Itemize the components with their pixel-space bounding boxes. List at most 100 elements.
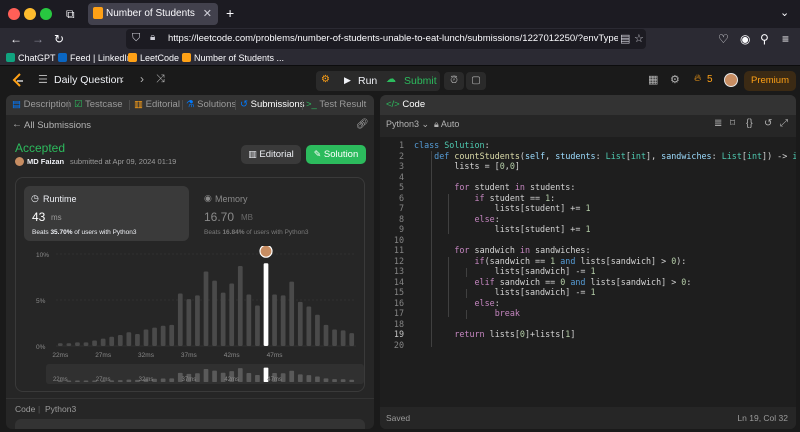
- browser-tab[interactable]: Number of Students Unable to Eat Lunch ✕: [88, 3, 218, 25]
- avatar[interactable]: [724, 73, 738, 87]
- reload-icon[interactable]: ↻: [54, 32, 64, 46]
- code-tab[interactable]: </> Code: [386, 99, 425, 110]
- tab-testcase[interactable]: ☑ Testcase: [74, 99, 123, 110]
- settings-gear-icon[interactable]: ⚙: [670, 73, 680, 86]
- bar[interactable]: [229, 283, 235, 346]
- menu-icon[interactable]: ≡: [782, 32, 789, 46]
- timer-icon[interactable]: ⏰︎: [444, 72, 464, 90]
- chevron-down-icon[interactable]: ⌄: [780, 6, 789, 19]
- bar[interactable]: [315, 314, 320, 346]
- auto-save-toggle[interactable]: 🔒︎ Auto: [434, 119, 459, 130]
- shuffle-icon[interactable]: ⤨: [156, 73, 165, 86]
- url-bar[interactable]: ⛉ 🔒︎ https://leetcode.com/problems/numbe…: [126, 29, 646, 49]
- notes-icon[interactable]: ▢: [466, 72, 486, 90]
- extensions-icon[interactable]: ⚲: [760, 32, 769, 46]
- bar[interactable]: [177, 293, 183, 346]
- bar[interactable]: [117, 334, 123, 346]
- url-text[interactable]: https://leetcode.com/problems/number-of-…: [168, 33, 618, 44]
- editorial-button[interactable]: ▥ Editorial: [241, 145, 301, 164]
- premium-button[interactable]: Premium: [744, 71, 796, 91]
- runtime-card[interactable]: ◷ Runtime 43 ms Beats 35.70% of users wi…: [24, 186, 189, 241]
- tab-overview-icon[interactable]: ⧉: [66, 7, 75, 22]
- account-icon[interactable]: ◉: [740, 32, 750, 46]
- bar[interactable]: [92, 340, 97, 346]
- language-select[interactable]: Python3 ⌄: [386, 119, 429, 130]
- shield-icon[interactable]: ⛉: [132, 32, 140, 45]
- bar[interactable]: [203, 271, 209, 346]
- bar[interactable]: [152, 327, 157, 346]
- code-editor[interactable]: 1 2 3 4 5 6 7 8 9 10 11 12 13 14 15 16 17 18 19 20 class So…: [380, 137, 796, 407]
- maximize-window-button[interactable]: [40, 8, 52, 20]
- bar[interactable]: [109, 336, 115, 346]
- bar[interactable]: [126, 332, 132, 346]
- bookmark-chatgpt[interactable]: ChatGPT: [6, 53, 56, 63]
- bar[interactable]: [349, 333, 355, 346]
- leetcode-logo-icon[interactable]: [12, 73, 24, 88]
- bookmark-number-of-students[interactable]: Number of Students ...: [182, 53, 284, 63]
- bar-highlight[interactable]: [263, 263, 269, 346]
- tab-description[interactable]: ▤ Description: [12, 99, 71, 110]
- bar[interactable]: [83, 342, 89, 346]
- problem-list-icon[interactable]: ☰: [38, 73, 48, 86]
- solution-button[interactable]: ✎ Solution: [306, 145, 366, 164]
- bar[interactable]: [246, 294, 252, 346]
- daily-question-label[interactable]: Daily Question: [54, 74, 122, 86]
- bar[interactable]: [160, 325, 166, 346]
- bar[interactable]: [297, 301, 303, 346]
- bar[interactable]: [169, 324, 175, 346]
- tab-test-result[interactable]: >_ Test Result: [306, 99, 366, 110]
- bar[interactable]: [195, 295, 200, 346]
- forward-arrow-icon[interactable]: →: [32, 32, 44, 46]
- bookmark-linkedin[interactable]: Feed | LinkedIn: [58, 53, 132, 63]
- bar[interactable]: [212, 280, 217, 346]
- close-tab-icon[interactable]: ✕: [203, 7, 212, 20]
- next-problem-icon[interactable]: ›: [140, 72, 144, 86]
- bar[interactable]: [66, 343, 72, 346]
- fullscreen-icon[interactable]: ⤢: [780, 118, 788, 129]
- bar[interactable]: [135, 334, 140, 346]
- braces-icon[interactable]: {}: [746, 118, 753, 129]
- submit-button[interactable]: Submit: [404, 75, 437, 87]
- pocket-icon[interactable]: ♡: [718, 32, 729, 46]
- bar[interactable]: [280, 295, 286, 346]
- bookmark-leetcode[interactable]: LeetCode: [128, 53, 179, 63]
- tab-editorial[interactable]: ▥ Editorial: [134, 99, 180, 110]
- bar[interactable]: [306, 306, 312, 346]
- debug-icon[interactable]: ⚙: [321, 74, 330, 85]
- reset-icon[interactable]: ↺: [764, 118, 772, 129]
- new-tab-button[interactable]: +: [226, 5, 234, 21]
- bar[interactable]: [289, 281, 295, 346]
- bar[interactable]: [255, 305, 260, 346]
- bar[interactable]: [237, 265, 243, 346]
- reader-view-icon[interactable]: ▤: [620, 32, 630, 45]
- bar[interactable]: [75, 342, 80, 346]
- run-button[interactable]: Run: [358, 75, 377, 87]
- format-icon[interactable]: ≣: [714, 118, 722, 129]
- bar[interactable]: [143, 329, 149, 346]
- bar[interactable]: [332, 329, 337, 346]
- bookmark-star-icon[interactable]: ☆: [634, 32, 644, 45]
- fire-streak-icon[interactable]: 🔥︎: [694, 73, 701, 84]
- bookmark-icon[interactable]: ⌑: [730, 118, 735, 129]
- author-name[interactable]: MD Faizan: [27, 157, 64, 166]
- bar[interactable]: [220, 292, 226, 346]
- user-avatar-marker: [259, 246, 273, 258]
- minimize-window-button[interactable]: [24, 8, 36, 20]
- bar[interactable]: [57, 343, 63, 346]
- tab-submissions[interactable]: ↺ Submissions: [240, 99, 304, 110]
- bar[interactable]: [186, 299, 192, 346]
- back-arrow-icon[interactable]: ←: [10, 32, 22, 46]
- back-arrow-icon[interactable]: ←: [12, 119, 22, 130]
- prev-problem-icon[interactable]: ‹: [120, 72, 124, 86]
- bar[interactable]: [100, 338, 106, 346]
- bar[interactable]: [340, 330, 346, 346]
- tab-solutions[interactable]: ⚗ Solutions: [186, 99, 236, 110]
- share-link-icon[interactable]: 🔗︎: [356, 119, 369, 130]
- memory-card[interactable]: ◉ Memory 16.70 MB Beats 16.84% of users …: [204, 186, 359, 241]
- bar[interactable]: [323, 324, 329, 346]
- layout-grid-icon[interactable]: ▦: [648, 73, 658, 86]
- all-submissions-link[interactable]: All Submissions: [24, 120, 91, 131]
- close-window-button[interactable]: [8, 8, 20, 20]
- bar[interactable]: [272, 294, 277, 346]
- lock-icon[interactable]: 🔒︎: [150, 32, 155, 43]
